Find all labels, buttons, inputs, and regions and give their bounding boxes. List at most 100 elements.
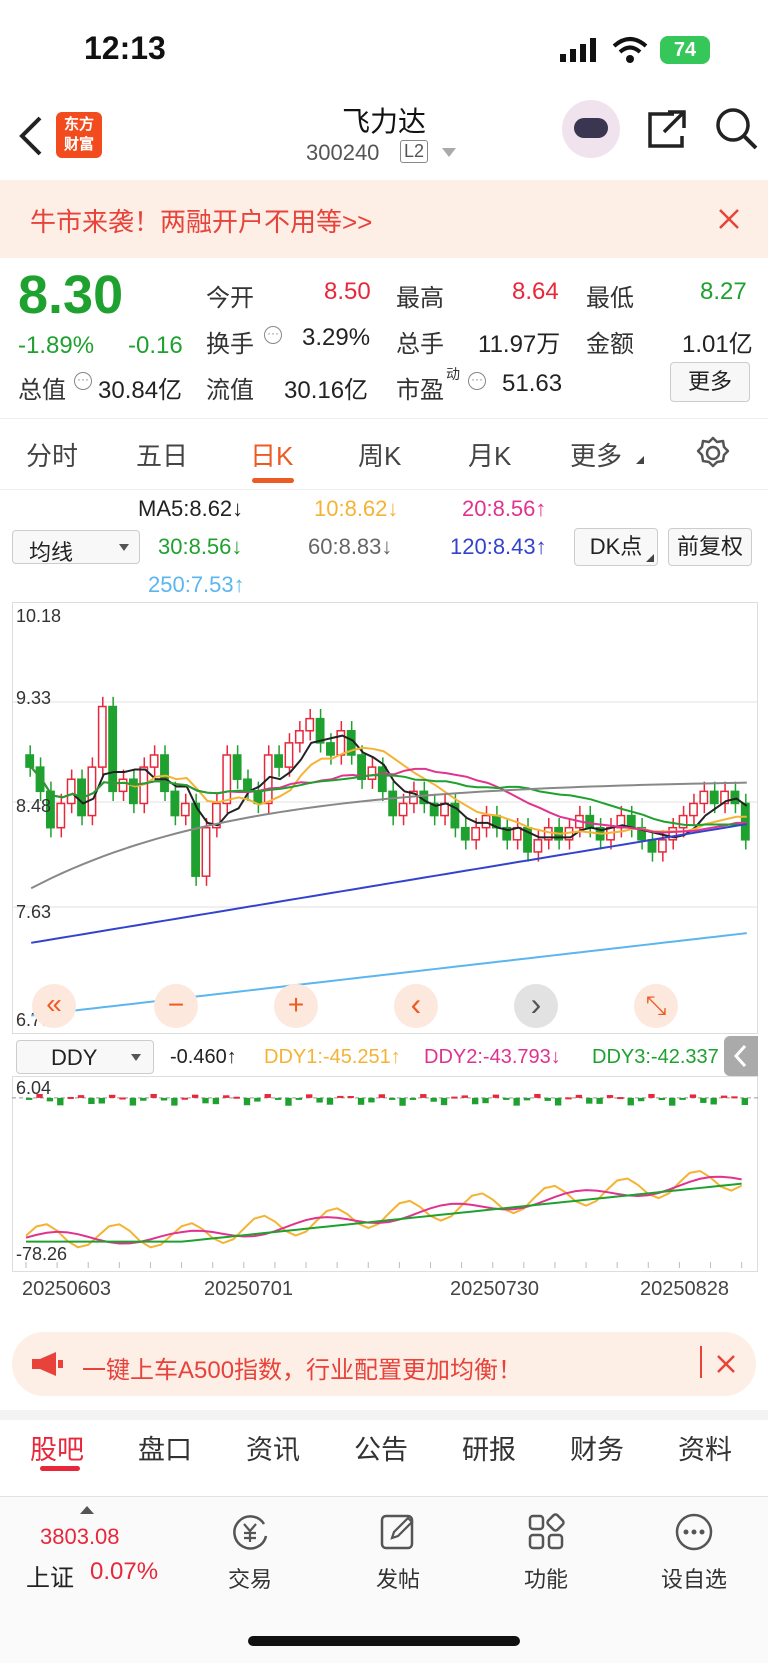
ddy-bar bbox=[648, 1093, 655, 1098]
indicator-select[interactable]: DDY bbox=[16, 1040, 154, 1074]
signal-icon bbox=[560, 38, 596, 62]
more-button[interactable]: 更多 bbox=[670, 362, 750, 402]
date-tick: 20250828 bbox=[640, 1278, 729, 1300]
close-icon[interactable] bbox=[718, 208, 740, 230]
tab-weekly-k[interactable]: 周K bbox=[358, 436, 401, 473]
tab-research[interactable]: 研报 bbox=[462, 1428, 516, 1467]
axis-tick: 7.63 bbox=[16, 902, 52, 922]
candle-body bbox=[398, 802, 408, 817]
compose-icon[interactable] bbox=[378, 1512, 418, 1552]
index-value[interactable]: 3803.08 bbox=[40, 1524, 120, 1550]
ddy-bar bbox=[534, 1093, 541, 1098]
info-icon[interactable]: ··· bbox=[264, 326, 282, 344]
candle-body bbox=[191, 802, 201, 877]
scroll-left-button[interactable]: ‹ bbox=[394, 984, 438, 1028]
zoom-out-button[interactable]: − bbox=[154, 984, 198, 1028]
tab-monthly-k[interactable]: 月K bbox=[468, 436, 511, 473]
chevron-left-icon bbox=[733, 1044, 747, 1068]
tab-five-day[interactable]: 五日 bbox=[136, 436, 188, 473]
nav-post[interactable]: 发帖 bbox=[348, 1562, 448, 1594]
ma20-value: 20:8.56↑ bbox=[462, 496, 547, 521]
chevron-down-icon[interactable] bbox=[442, 148, 456, 158]
ddy-bar bbox=[160, 1097, 168, 1101]
corner-triangle-icon bbox=[646, 554, 654, 562]
search-icon[interactable] bbox=[714, 106, 758, 150]
trade-icon[interactable] bbox=[230, 1512, 270, 1552]
kline-chart[interactable] bbox=[12, 602, 758, 1034]
index-change[interactable]: 0.07% bbox=[90, 1558, 158, 1586]
candle-body bbox=[180, 802, 190, 817]
tab-forum[interactable]: 股吧 bbox=[30, 1428, 84, 1467]
axis-tick: 8.48 bbox=[16, 796, 52, 816]
tab-news[interactable]: 资讯 bbox=[246, 1428, 300, 1467]
ddy-chart[interactable] bbox=[12, 1076, 758, 1272]
tab-intraday[interactable]: 分时 bbox=[26, 436, 78, 473]
divider bbox=[700, 1346, 702, 1378]
scroll-right-button[interactable]: › bbox=[514, 984, 558, 1028]
indicator-collapse-button[interactable] bbox=[724, 1036, 758, 1076]
nav-trade[interactable]: 交易 bbox=[200, 1562, 300, 1594]
ddy-bar bbox=[202, 1097, 209, 1104]
ddy-bar bbox=[492, 1094, 500, 1098]
float-label: 流值 bbox=[206, 377, 254, 404]
price-adjust-button[interactable]: 前复权 bbox=[668, 528, 752, 566]
tab-announcements[interactable]: 公告 bbox=[354, 1428, 408, 1467]
more-dots-icon[interactable] bbox=[674, 1512, 714, 1552]
ddy-bar bbox=[451, 1096, 458, 1099]
candle-body bbox=[367, 766, 377, 780]
tab-financials[interactable]: 财务 bbox=[570, 1428, 624, 1467]
ddy-axis-top: 6.04 bbox=[16, 1078, 52, 1098]
turnover-value: 3.29% bbox=[302, 324, 371, 351]
high-label: 最高 bbox=[396, 285, 444, 312]
ddy-bar bbox=[596, 1097, 603, 1104]
apps-icon[interactable] bbox=[526, 1512, 566, 1552]
turnover-label: 换手 bbox=[206, 331, 254, 358]
low-label: 最低 bbox=[586, 285, 634, 312]
ddy-bar bbox=[637, 1097, 645, 1102]
candle-body bbox=[657, 839, 667, 853]
share-icon[interactable] bbox=[646, 108, 688, 150]
ddy-bar bbox=[212, 1097, 220, 1105]
zoom-in-button[interactable]: + bbox=[274, 984, 318, 1028]
ddy-bar bbox=[150, 1093, 157, 1098]
ddy-bar bbox=[191, 1094, 199, 1098]
gear-icon[interactable] bbox=[696, 436, 730, 470]
candle-body bbox=[377, 766, 387, 793]
current-price: 8.30 bbox=[18, 265, 124, 325]
candle-body bbox=[336, 730, 346, 756]
tab-profile[interactable]: 资料 bbox=[678, 1428, 732, 1467]
ma-select[interactable]: 均线 bbox=[12, 530, 140, 565]
battery-icon: 74 bbox=[660, 36, 710, 64]
ddy-bar bbox=[700, 1097, 707, 1103]
stock-code: 300240 bbox=[306, 140, 380, 165]
volume-value: 11.97万 bbox=[478, 331, 561, 358]
assistant-avatar[interactable] bbox=[562, 100, 620, 158]
banner-text[interactable]: 牛市来袭！两融开户不用等>> bbox=[30, 202, 372, 239]
open-label: 今开 bbox=[206, 285, 254, 312]
ddy-bar bbox=[285, 1097, 292, 1106]
fullscreen-button[interactable]: ⤡ bbox=[634, 984, 678, 1028]
promo-text[interactable]: 一键上车A500指数，行业配置更加均衡！ bbox=[82, 1350, 522, 1385]
candle-body bbox=[730, 790, 740, 805]
info-icon[interactable]: ··· bbox=[468, 372, 486, 390]
date-tick: 20250730 bbox=[450, 1278, 539, 1300]
candle-body bbox=[274, 754, 284, 768]
close-icon[interactable] bbox=[716, 1354, 736, 1374]
candle-body bbox=[699, 790, 709, 805]
ddy-bar bbox=[264, 1094, 271, 1098]
scroll-left-fast-button[interactable]: « bbox=[32, 984, 76, 1028]
info-icon[interactable]: ··· bbox=[74, 372, 92, 390]
tab-order-book[interactable]: 盘口 bbox=[138, 1428, 192, 1467]
chevron-up-icon[interactable] bbox=[80, 1506, 94, 1514]
candle-body bbox=[170, 790, 180, 817]
nav-functions[interactable]: 功能 bbox=[496, 1562, 596, 1594]
ddy-bar bbox=[223, 1095, 230, 1098]
ddy1-line bbox=[25, 1170, 743, 1249]
ddy-bar bbox=[617, 1097, 624, 1100]
tab-more[interactable]: 更多 bbox=[570, 436, 622, 473]
index-name[interactable]: 上证 bbox=[26, 1558, 74, 1593]
ddy-bar bbox=[482, 1097, 489, 1104]
nav-watchlist-settings[interactable]: 设自选 bbox=[644, 1562, 744, 1594]
tab-daily-k[interactable]: 日K bbox=[250, 436, 293, 473]
high-value: 8.64 bbox=[512, 278, 559, 305]
